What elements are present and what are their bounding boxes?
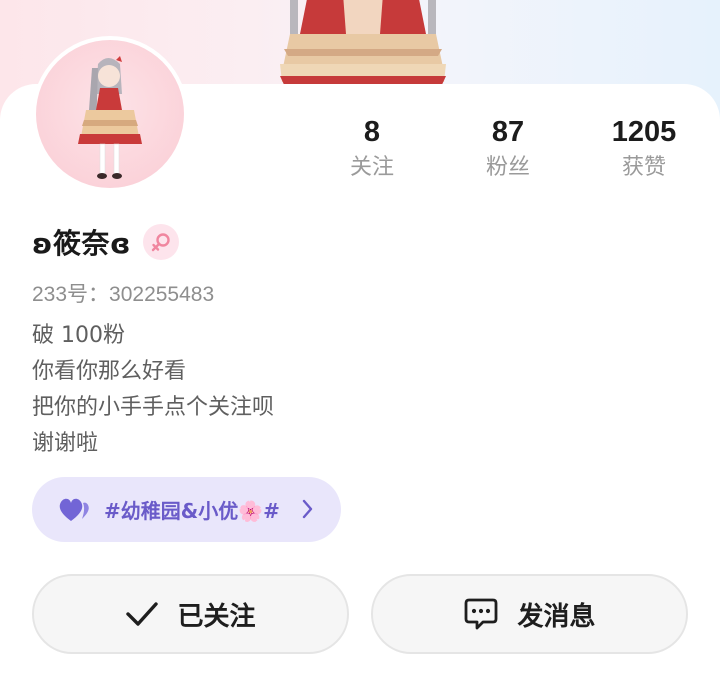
bio-line: 把你的小手手点个关注呗 bbox=[32, 395, 275, 420]
followed-button[interactable]: 已关注 bbox=[32, 574, 349, 654]
checkmark-icon bbox=[126, 602, 159, 626]
avatar-image bbox=[36, 40, 184, 188]
user-id: 233号：302255483 bbox=[32, 283, 215, 306]
likes-label: 获赞 bbox=[621, 155, 666, 180]
female-icon bbox=[142, 224, 179, 260]
message-bubble-icon bbox=[465, 598, 498, 630]
followed-button-label: 已关注 bbox=[177, 601, 256, 632]
likes-count: 1205 bbox=[611, 116, 677, 148]
stats-row: 8 关注 87 粉丝 1205 获赞 bbox=[304, 114, 714, 194]
stat-likes[interactable]: 1205 获赞 bbox=[576, 114, 712, 184]
username-row: ʚ筱奈ɞ bbox=[32, 222, 179, 262]
send-message-label: 发消息 bbox=[517, 601, 596, 632]
banner-character-image bbox=[280, 0, 446, 89]
stat-followers[interactable]: 87 粉丝 bbox=[440, 114, 576, 184]
bio-line: 破 100粉 bbox=[32, 323, 125, 348]
stat-following[interactable]: 8 关注 bbox=[304, 114, 440, 184]
avatar[interactable] bbox=[32, 36, 188, 192]
purple-hearts-icon bbox=[59, 498, 89, 521]
username: ʚ筱奈ɞ bbox=[32, 227, 131, 260]
following-label: 关注 bbox=[349, 155, 394, 180]
followers-label: 粉丝 bbox=[485, 155, 530, 180]
bio: 破 100粉 你看你那么好看 把你的小手手点个关注呗 谢谢啦 bbox=[32, 318, 274, 462]
chevron-right-icon bbox=[302, 499, 313, 519]
avatar-character-illustration bbox=[78, 56, 142, 179]
tag-label: #幼稚园&小优🌸# bbox=[104, 499, 280, 523]
send-message-button[interactable]: 发消息 bbox=[371, 574, 688, 654]
bio-line: 你看你那么好看 bbox=[32, 359, 187, 384]
fan-group-tag[interactable]: #幼稚园&小优🌸# bbox=[32, 477, 341, 542]
followers-count: 87 bbox=[491, 116, 525, 148]
bio-line: 谢谢啦 bbox=[32, 431, 99, 456]
following-count: 8 bbox=[363, 116, 381, 148]
